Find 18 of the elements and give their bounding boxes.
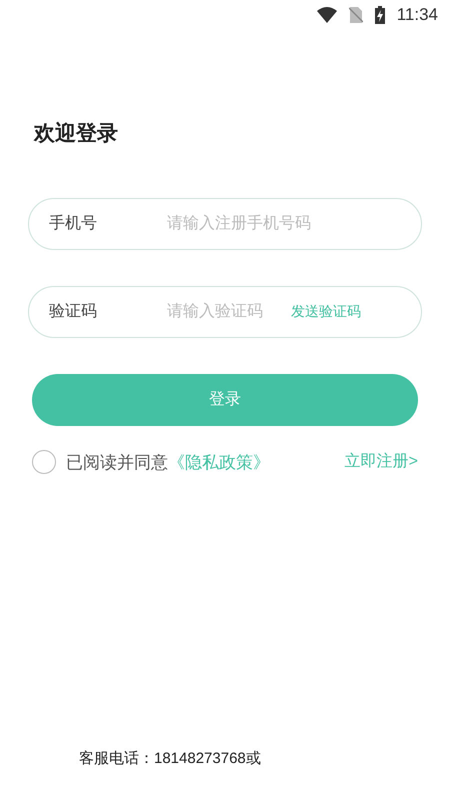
page-title: 欢迎登录 <box>34 120 119 147</box>
field-label: 验证码 <box>49 302 98 322</box>
login-button[interactable]: 登录 <box>32 374 418 426</box>
field-label: 手机号 <box>49 214 98 234</box>
customer-service-phone: 客服电话：18148273768或 <box>79 748 262 768</box>
no-sim-icon <box>348 7 363 23</box>
battery-charging-icon <box>374 6 385 24</box>
text-input[interactable]: 请输入注册手机号码 <box>167 212 405 236</box>
agreement-checkbox[interactable] <box>32 450 56 474</box>
input-field[interactable]: 验证码 请输入验证码 发送验证码 <box>28 286 422 338</box>
privacy-policy-link[interactable]: 《隐私政策》 <box>168 450 270 475</box>
status-time: 11:34 <box>396 4 438 26</box>
register-link[interactable]: 立即注册> <box>344 450 418 474</box>
send-code-button[interactable]: 发送验证码 <box>291 301 361 322</box>
agreement-text: 已阅读并同意 <box>66 452 168 474</box>
input-field[interactable]: 手机号 请输入注册手机号码 <box>28 198 422 250</box>
text-input[interactable]: 请输入验证码 <box>167 300 291 324</box>
wifi-icon <box>316 7 337 23</box>
